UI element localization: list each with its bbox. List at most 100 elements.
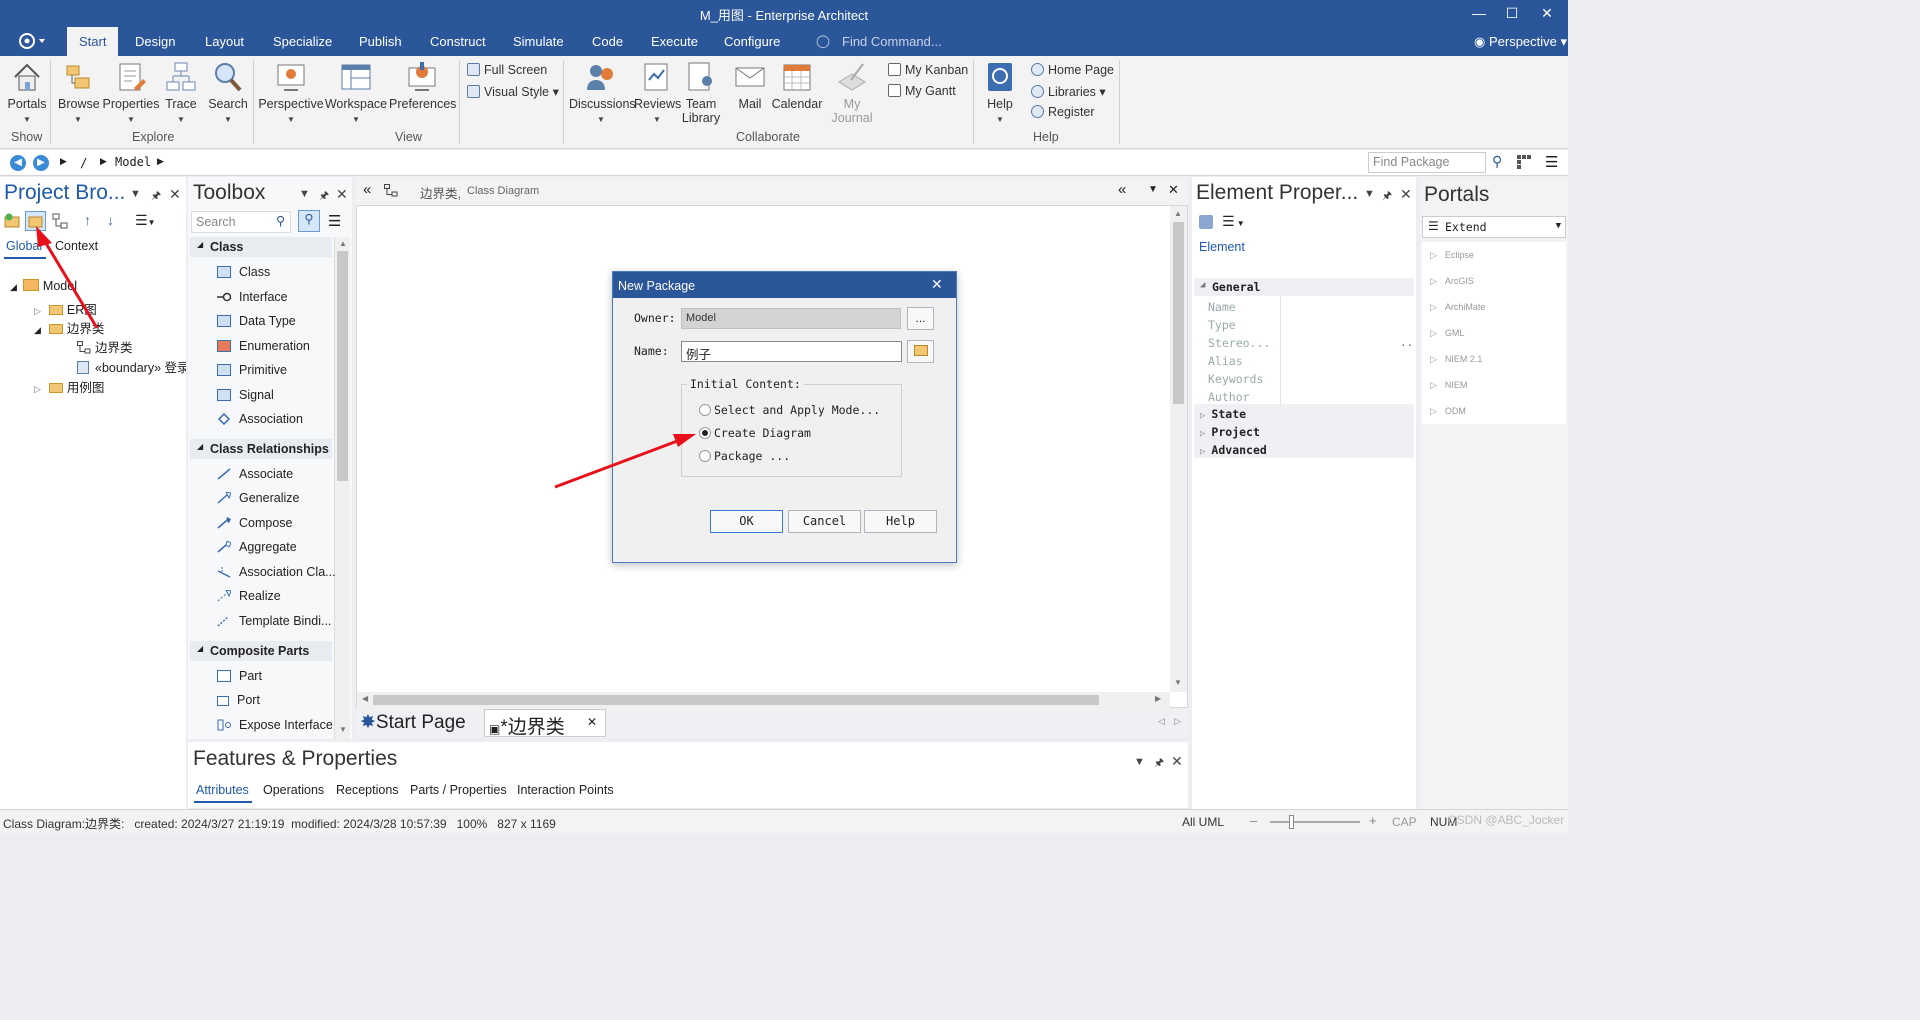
toolbox-primitive[interactable]: Primitive <box>217 363 287 377</box>
home-page-button[interactable]: Home Page <box>1031 63 1114 77</box>
portal-arcgis[interactable]: ▷ ArcGIS <box>1430 273 1482 287</box>
section-general[interactable]: ◢ General <box>1194 278 1414 296</box>
pin-icon[interactable]: 🖈 <box>1154 754 1164 773</box>
toolbox-associate[interactable]: Associate <box>217 467 293 481</box>
close-panel-icon[interactable]: ✕ <box>1171 753 1183 770</box>
tab-element[interactable]: Element <box>1199 240 1245 254</box>
tab-scroll-right-icon[interactable]: ▷ <box>1174 716 1181 727</box>
menu-specialize[interactable]: Specialize <box>273 34 332 49</box>
new-package-icon[interactable] <box>4 213 21 229</box>
calendar-button[interactable]: Calendar <box>770 60 824 111</box>
expand-icon[interactable]: ▷ <box>34 306 41 316</box>
save-icon[interactable] <box>1199 215 1213 229</box>
my-journal-button[interactable]: My Journal <box>828 60 876 125</box>
toolbox-compose[interactable]: Compose <box>217 516 293 530</box>
menu-construct[interactable]: Construct <box>430 34 486 49</box>
maximize-button[interactable]: ☐ <box>1497 3 1527 23</box>
close-window-button[interactable]: ✕ <box>1532 3 1562 23</box>
mail-button[interactable]: Mail <box>732 60 768 111</box>
name-field[interactable]: 例子 <box>681 341 902 362</box>
vertical-scrollbar[interactable]: ▲ ▼ <box>1170 206 1187 692</box>
collapse-right-icon[interactable]: « <box>1118 181 1126 198</box>
stereotype-browse[interactable]: .. <box>1400 336 1413 349</box>
back-icon[interactable]: ◀ <box>10 155 26 171</box>
help-button[interactable]: Help ▼ <box>983 60 1017 127</box>
tree-model[interactable]: ◢ Model <box>10 279 77 293</box>
find-command-input[interactable]: Find Command... <box>842 34 942 49</box>
menu-publish[interactable]: Publish <box>359 34 402 49</box>
full-screen-button[interactable]: Full Screen <box>467 63 547 77</box>
toolbox-aggregate[interactable]: Aggregate <box>217 540 297 554</box>
menu-configure[interactable]: Configure <box>724 34 780 49</box>
properties-button[interactable]: Properties ▼ <box>102 60 160 127</box>
tab-receptions[interactable]: Receptions <box>336 783 399 797</box>
properties-menu-icon[interactable]: ☰ ▼ <box>1222 213 1245 230</box>
libraries-button[interactable]: Libraries ▾ <box>1031 84 1106 99</box>
portal-eclipse[interactable]: ▷ Eclipse <box>1430 247 1482 261</box>
my-kanban-button[interactable]: My Kanban <box>888 63 968 77</box>
panel-dropdown-icon[interactable]: ▼ <box>1134 756 1145 768</box>
discussions-button[interactable]: Discussions ▼ <box>569 60 636 127</box>
tree-boundary-diagram[interactable]: 边界类 <box>77 337 133 356</box>
breadcrumb-root[interactable]: / <box>80 155 88 170</box>
ok-button[interactable]: OK <box>710 510 783 533</box>
toolbox-class[interactable]: Class <box>217 265 270 279</box>
move-up-icon[interactable]: ↑ <box>84 212 91 228</box>
minimize-button[interactable]: — <box>1464 3 1494 23</box>
name-options-button[interactable] <box>907 340 934 363</box>
menu-start[interactable]: Start <box>67 27 119 56</box>
search-button[interactable]: Search ▼ <box>207 60 249 127</box>
panel-dropdown-icon[interactable]: ▼ <box>299 188 310 200</box>
portals-dropdown[interactable]: ☰ Extend ▼ <box>1422 216 1566 238</box>
expand-icon[interactable]: ▷ <box>34 384 41 394</box>
portal-odm[interactable]: ▷ ODM <box>1430 403 1474 417</box>
zoom-out-icon[interactable]: – <box>1250 813 1257 828</box>
add-folder-icon[interactable] <box>25 211 46 231</box>
toolbox-section-composite[interactable]: ◢ Composite Parts <box>190 641 332 661</box>
tab-start-page[interactable]: ✸Start Page <box>360 711 466 734</box>
toolbox-data-type[interactable]: Data Type <box>217 314 296 328</box>
perspective-menu[interactable]: ◉ Perspective ▾ <box>1474 34 1567 50</box>
close-diagram-icon[interactable]: ✕ <box>1168 182 1179 198</box>
section-project[interactable]: ▷ Project <box>1200 425 1260 439</box>
tab-scroll-left-icon[interactable]: ◁ <box>1158 716 1165 727</box>
tab-attributes[interactable]: Attributes <box>196 783 249 797</box>
close-panel-icon[interactable]: ✕ <box>1400 186 1412 203</box>
tree-usecase[interactable]: ▷ 用例图 <box>34 377 104 396</box>
forward-icon[interactable]: ▶ <box>33 155 49 171</box>
portal-niem-21[interactable]: ▷ NIEM 2.1 <box>1430 351 1490 365</box>
team-library-button[interactable]: Team Library <box>681 60 721 125</box>
perspective-button[interactable]: Perspective ▼ <box>258 60 324 127</box>
tab-operations[interactable]: Operations <box>263 783 324 797</box>
hamburger-menu-icon[interactable]: ☰ <box>1545 153 1558 171</box>
panel-dropdown-icon[interactable]: ▼ <box>1148 184 1158 195</box>
workspace-button[interactable]: Workspace ▼ <box>324 60 388 127</box>
panel-dropdown-icon[interactable]: ▼ <box>1364 188 1375 200</box>
close-panel-icon[interactable]: ✕ <box>169 186 181 203</box>
toolbox-realize[interactable]: Realize <box>217 589 281 603</box>
dialog-close-icon[interactable]: ✕ <box>931 276 943 293</box>
owner-browse-button[interactable]: ... <box>907 307 934 330</box>
pin-icon[interactable]: 🖈 <box>319 187 329 206</box>
toolbox-scrollbar[interactable]: ▲ ▼ <box>334 237 350 739</box>
radio-select-apply-mode[interactable] <box>699 404 711 416</box>
menu-design[interactable]: Design <box>135 34 175 49</box>
tab-interaction-points[interactable]: Interaction Points <box>517 783 614 797</box>
menu-simulate[interactable]: Simulate <box>513 34 564 49</box>
preferences-button[interactable]: Preferences <box>389 60 456 111</box>
collapse-icon[interactable]: ◢ <box>34 325 41 335</box>
portal-gml[interactable]: ▷ GML <box>1430 325 1472 339</box>
option-create-diagram[interactable]: Create Diagram <box>699 426 811 440</box>
menu-code[interactable]: Code <box>592 34 623 49</box>
toolbox-association-class[interactable]: Association Cla... <box>217 565 336 579</box>
find-package-search-icon[interactable]: ⚲ <box>1492 153 1502 170</box>
tree-boundary-element[interactable]: «boundary» 登录 <box>77 357 186 376</box>
menu-layout[interactable]: Layout <box>205 34 244 49</box>
radio-package[interactable] <box>699 450 711 462</box>
breadcrumb-chevron-icon[interactable]: ▶ <box>157 156 164 167</box>
tab-parts-properties[interactable]: Parts / Properties <box>410 783 507 797</box>
zoom-slider[interactable] <box>1270 815 1360 829</box>
tab-boundary-diagram[interactable]: ▣*边界类 ✕ <box>484 709 606 738</box>
close-panel-icon[interactable]: ✕ <box>336 186 348 203</box>
portals-button[interactable]: Portals ▼ <box>6 60 48 127</box>
